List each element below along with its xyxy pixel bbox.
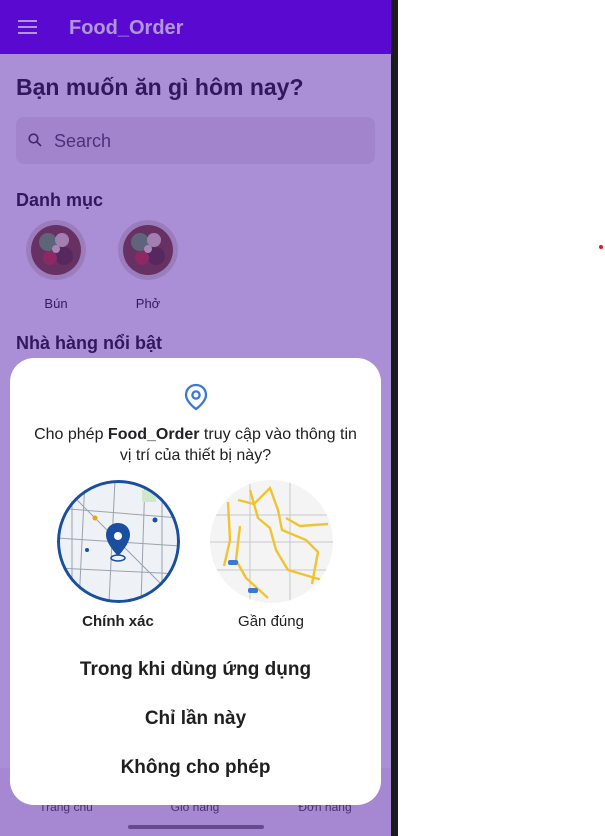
phone-screen: Food_Order Bạn muốn ăn gì hôm nay? Danh …	[0, 0, 391, 836]
precise-map-icon	[57, 480, 180, 603]
permission-message: Cho phép Food_Order truy cập vào thông t…	[34, 426, 357, 464]
cursor-dot	[599, 245, 603, 249]
approximate-map-icon	[210, 480, 333, 603]
only-this-time-button[interactable]: Chỉ lần này	[10, 708, 381, 730]
location-pin-icon	[184, 383, 208, 411]
device-frame-edge	[391, 0, 398, 836]
approximate-label: Gần đúng	[238, 613, 304, 630]
approximate-location-option[interactable]	[210, 480, 333, 603]
precise-location-option[interactable]	[57, 480, 180, 603]
precise-label: Chính xác	[82, 613, 154, 630]
location-permission-dialog: Cho phép Food_Order truy cập vào thông t…	[10, 358, 381, 805]
deny-button[interactable]: Không cho phép	[10, 757, 381, 779]
while-using-app-button[interactable]: Trong khi dùng ứng dụng	[10, 659, 381, 681]
